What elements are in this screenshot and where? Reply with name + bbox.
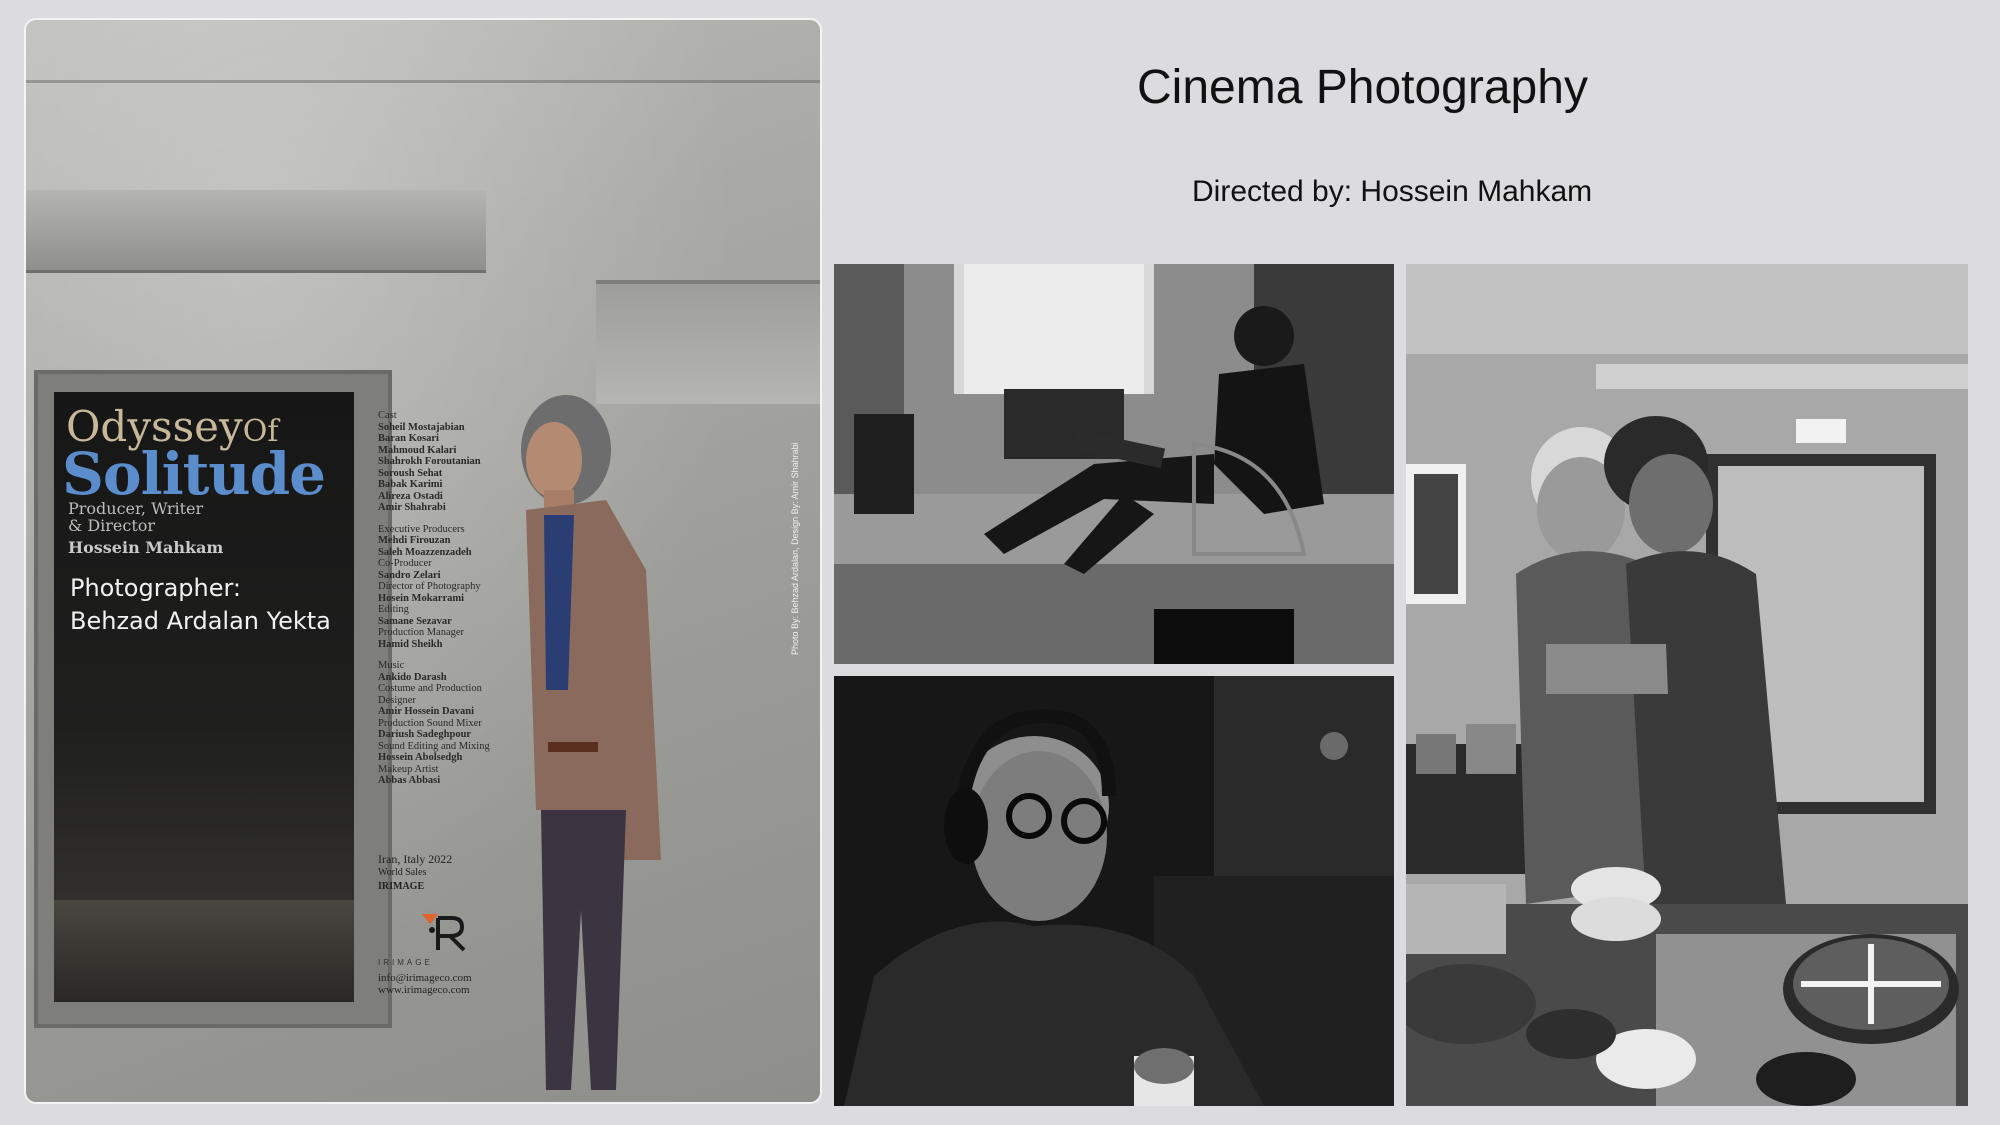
- credit-line: Alireza Ostadi: [378, 490, 443, 502]
- wall-block: [596, 280, 820, 404]
- credit-line: Co-Producer: [378, 558, 432, 569]
- credit-line: Ankido Darash: [378, 671, 447, 683]
- cast-and-crew-credits: Cast Soheil Mostajabian Baran Kosari Mahmou…: [378, 410, 498, 787]
- photo-two-men-embracing: [1406, 264, 1968, 1106]
- credit-line: Makeup Artist: [378, 763, 439, 775]
- credit-line: Saleh Moazzenzadeh: [378, 546, 472, 558]
- director-line: Directed by: Hossein Mahkam: [1192, 175, 1593, 208]
- credit-line: Sandro Zelari: [378, 569, 441, 581]
- credit-line: Dariush Sadeghpour: [378, 729, 472, 740]
- photo-design-credit: Photo By: Behzad Ardalan, Design By: Ami…: [790, 442, 800, 655]
- release-info: Iran, Italy 2022 World Sales IRIMAGE: [378, 852, 453, 892]
- page-title: Cinema Photography: [1137, 61, 1588, 114]
- poster-title-solitude: Solitude: [62, 440, 326, 508]
- wall-lintel: [26, 190, 486, 273]
- poster-director-name: Hossein Mahkam: [68, 538, 224, 557]
- credit-line: Hossein Abolsedgh: [378, 752, 463, 763]
- credit-line: Executive Producers: [378, 523, 465, 535]
- credit-line: Hamid Sheikh: [378, 638, 443, 650]
- credit-line: Babak Karimi: [378, 479, 443, 490]
- credit-line: Amir Shahrabi: [378, 502, 446, 513]
- logo-wordmark: IRIMAGE: [378, 958, 433, 967]
- doorway-floor: [54, 900, 354, 1002]
- photo-man-reading-hallway: [834, 264, 1394, 664]
- credit-line: Shahrokh Foroutanian: [378, 456, 481, 467]
- photo-man-with-headphones: [834, 676, 1394, 1106]
- credit-line: Samane Sezavar: [378, 615, 452, 627]
- credit-line: Production Sound Mixer: [378, 717, 482, 729]
- wall-crack: [26, 80, 820, 83]
- credit-line: Amir Hossein Davani: [378, 706, 475, 717]
- credit-line: Mehdi Firouzan: [378, 535, 451, 546]
- credit-line: Production Manager: [378, 627, 465, 638]
- credit-line: Hosein Mokarrami: [378, 592, 465, 604]
- movie-poster: OdysseyOf Solitude Producer, Writer & Di…: [26, 20, 820, 1102]
- irimage-logo: [422, 914, 466, 952]
- credit-gap: [378, 514, 498, 524]
- credit-gap: [378, 650, 498, 660]
- credit-line: Mahmoud Kalari: [378, 444, 457, 456]
- photographer-credit: Photographer: Behzad Ardalan Yekta: [70, 574, 331, 635]
- credit-line: Abbas Abbasi: [378, 775, 441, 786]
- credit-line: Director of Photography: [378, 581, 481, 592]
- credit-line: Music: [378, 660, 405, 671]
- credit-line: Designer: [378, 694, 416, 706]
- credit-line: Sound Editing and Mixing: [378, 740, 490, 752]
- credit-line: Soroush Sehat: [378, 467, 443, 479]
- credit-line: Cast: [378, 410, 397, 421]
- credit-line: Soheil Mostajabian: [378, 421, 465, 433]
- credit-line: Baran Kosari: [378, 433, 439, 444]
- man-standing-figure: [521, 395, 661, 1090]
- credit-line: Editing: [378, 604, 409, 615]
- poster-role: Producer, Writer & Director: [68, 499, 204, 535]
- credit-line: Costume and Production: [378, 683, 482, 694]
